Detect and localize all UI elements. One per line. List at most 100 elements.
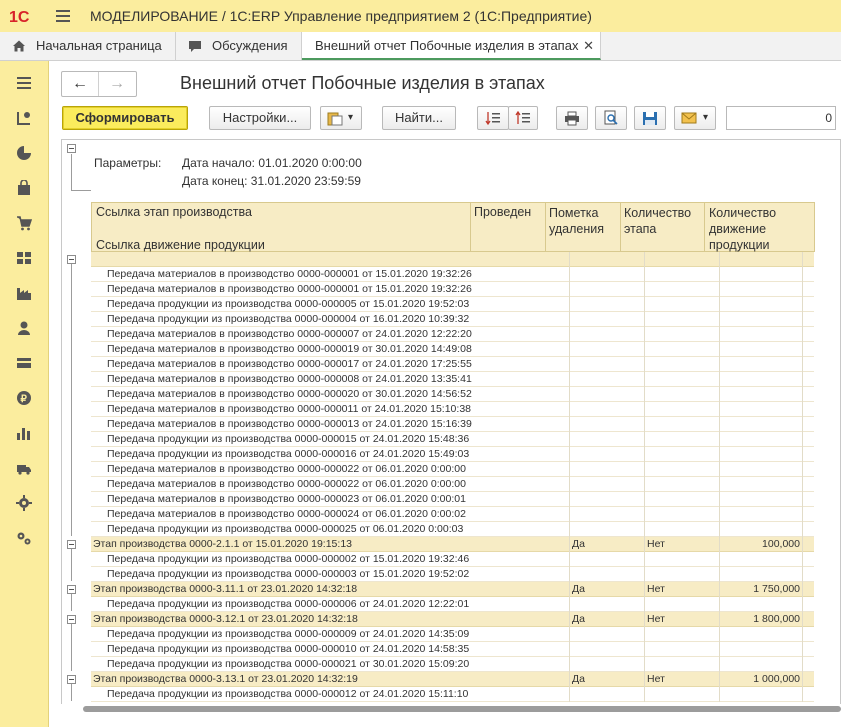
collapse-toggle-icon[interactable]: [67, 675, 76, 684]
cell-c4: 1 000,000: [803, 642, 840, 657]
grid-icon[interactable]: [16, 250, 32, 266]
table-row[interactable]: Передача материалов в производство 0000-…: [91, 417, 814, 432]
cell-c1: [570, 282, 645, 297]
cell-c0: Передача материалов в производство 0000-…: [91, 507, 570, 522]
cell-c3: [720, 327, 803, 342]
print-preview-button[interactable]: [595, 106, 627, 130]
table-row[interactable]: Передача продукции из производства 0000-…: [91, 552, 814, 567]
table-row[interactable]: Передача материалов в производство 0000-…: [91, 402, 814, 417]
settings-button[interactable]: Настройки...: [209, 106, 311, 130]
cell-c0: Передача материалов в производство 0000-…: [91, 357, 570, 372]
cell-c1: [570, 297, 645, 312]
table-row[interactable]: Передача продукции из производства 0000-…: [91, 312, 814, 327]
number-field[interactable]: 0: [726, 106, 836, 130]
cell-c2: [645, 522, 720, 537]
cell-c3: [720, 642, 803, 657]
save-button[interactable]: [634, 106, 666, 130]
cell-c4: 16 000,000: [803, 432, 840, 447]
chat-icon: [189, 41, 201, 52]
card-icon[interactable]: [16, 355, 32, 371]
person-icon[interactable]: [16, 320, 32, 336]
collapse-groups-button[interactable]: [477, 106, 509, 130]
table-row[interactable]: Передача материалов в производство 0000-…: [91, 282, 814, 297]
factory-icon[interactable]: [16, 285, 32, 301]
cell-c0: Передача материалов в производство 0000-…: [91, 327, 570, 342]
param-date-start: Дата начало: 01.01.2020 0:00:00: [182, 156, 362, 170]
cell-c2: [645, 402, 720, 417]
table-row[interactable]: Передача материалов в производство 0000-…: [91, 267, 814, 282]
table-row[interactable]: Передача продукции из производства 0000-…: [91, 522, 814, 537]
cell-c1: [570, 252, 645, 267]
group-row[interactable]: Этап производства 0000-2.1.1 от 15.01.20…: [91, 537, 814, 552]
group-row[interactable]: Этап производства 0000-3.11.1 от 23.01.2…: [91, 582, 814, 597]
cogs-icon[interactable]: [16, 530, 32, 546]
table-row[interactable]: Передача продукции из производства 0000-…: [91, 447, 814, 462]
back-button[interactable]: ←: [62, 72, 99, 96]
cell-c3: [720, 687, 803, 702]
scrollbar-thumb[interactable]: [83, 706, 841, 712]
navigation-group: ← →: [61, 71, 137, 97]
print-button[interactable]: [556, 106, 588, 130]
table-row[interactable]: Передача продукции из производства 0000-…: [91, 642, 814, 657]
table-row[interactable]: Передача продукции из производства 0000-…: [91, 627, 814, 642]
cell-c4: 1 051,640: [803, 357, 840, 372]
tab-report[interactable]: Внешний отчет Побочные изделия в этапах …: [302, 32, 601, 60]
collapse-toggle-icon[interactable]: [67, 585, 76, 594]
table-row[interactable]: Передача материалов в производство 0000-…: [91, 327, 814, 342]
gear-icon[interactable]: [16, 495, 32, 511]
find-button[interactable]: Найти...: [382, 106, 456, 130]
table-row[interactable]: Передача материалов в производство 0000-…: [91, 372, 814, 387]
cell-c1: [570, 357, 645, 372]
collapse-toggle-icon[interactable]: [67, 144, 76, 153]
table-row[interactable]: Передача материалов в производство 0000-…: [91, 462, 814, 477]
expand-groups-button[interactable]: [508, 106, 538, 130]
1c-logo-icon[interactable]: 1С: [9, 7, 41, 25]
close-icon[interactable]: ✕: [583, 32, 594, 60]
pie-chart-icon[interactable]: [16, 145, 32, 161]
bar-chart-icon[interactable]: [16, 425, 32, 441]
generate-button[interactable]: Сформировать: [62, 106, 188, 130]
cell-c1: [570, 597, 645, 612]
cell-c4: 17 000,000: [803, 417, 840, 432]
tab-discussions[interactable]: Обсуждения: [176, 32, 302, 60]
bag-icon[interactable]: [16, 180, 32, 196]
collapse-toggle-icon[interactable]: [67, 540, 76, 549]
cell-c4: 10,000: [803, 492, 840, 507]
table-row[interactable]: Передача материалов в производство 0000-…: [91, 477, 814, 492]
collapse-toggle-icon[interactable]: [67, 255, 76, 264]
table-row[interactable]: Передача продукции из производства 0000-…: [91, 657, 814, 672]
forward-button[interactable]: →: [99, 72, 135, 96]
collapse-toggle-icon[interactable]: [67, 615, 76, 624]
cell-c4: 450,000: [803, 312, 840, 327]
table-row[interactable]: Передача продукции из производства 0000-…: [91, 432, 814, 447]
horizontal-scrollbar[interactable]: [61, 704, 841, 714]
truck-icon[interactable]: [16, 460, 32, 476]
menu-icon[interactable]: [16, 75, 32, 91]
cell-c1: [570, 627, 645, 642]
variants-dropdown-button[interactable]: ▾: [320, 106, 362, 130]
table-row[interactable]: Передача материалов в производство 0000-…: [91, 387, 814, 402]
table-row[interactable]: Передача материалов в производство 0000-…: [91, 357, 814, 372]
main-menu-icon[interactable]: [56, 10, 70, 22]
cell-c2: [645, 447, 720, 462]
table-row[interactable]: Передача продукции из производства 0000-…: [91, 597, 814, 612]
table-row[interactable]: Передача материалов в производство 0000-…: [91, 342, 814, 357]
group-row[interactable]: Этап производства 0000-3.13.1 от 23.01.2…: [91, 672, 814, 687]
send-email-button[interactable]: ▾: [674, 106, 716, 130]
group-row[interactable]: 112 868,028: [91, 252, 814, 267]
table-row[interactable]: Передача продукции из производства 0000-…: [91, 687, 814, 702]
tab-home[interactable]: Начальная страница: [0, 32, 176, 60]
report-spreadsheet[interactable]: Параметры: Дата начало: 01.01.2020 0:00:…: [61, 139, 841, 714]
ruble-icon[interactable]: ₽: [16, 390, 32, 406]
cell-c2: [645, 507, 720, 522]
cell-c1: Да: [570, 582, 645, 597]
production-icon[interactable]: [16, 110, 32, 126]
table-row[interactable]: Передача материалов в производство 0000-…: [91, 492, 814, 507]
table-row[interactable]: Передача материалов в производство 0000-…: [91, 507, 814, 522]
table-row[interactable]: Передача продукции из производства 0000-…: [91, 567, 814, 582]
floppy-disk-icon: [643, 112, 657, 125]
group-row[interactable]: Этап производства 0000-3.12.1 от 23.01.2…: [91, 612, 814, 627]
cart-icon[interactable]: [16, 215, 32, 231]
column-header-label: Ссылка движение продукции: [96, 238, 265, 252]
table-row[interactable]: Передача продукции из производства 0000-…: [91, 297, 814, 312]
